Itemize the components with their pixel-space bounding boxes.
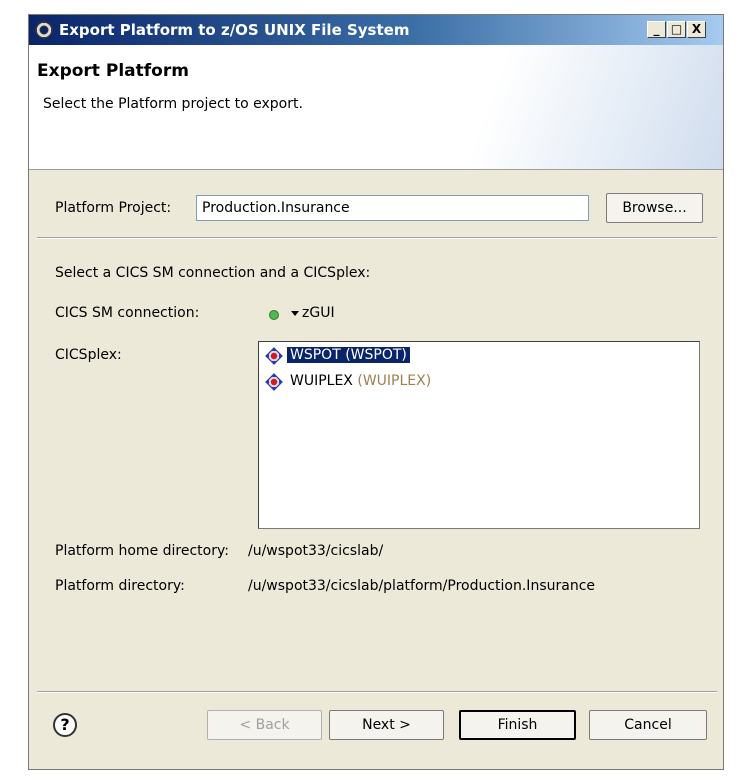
platform-directory-value: /u/wspot33/cicslab/platform/Production.I… (248, 578, 595, 594)
minimize-button[interactable]: _ (647, 21, 666, 38)
cicsplex-list[interactable]: WSPOT (WSPOT) WUIPLEX (WUIPLEX) (258, 341, 700, 529)
back-button[interactable]: < Back (207, 710, 322, 740)
help-icon[interactable]: ? (53, 713, 77, 737)
chevron-down-icon[interactable] (291, 311, 299, 316)
page-description: Select the Platform project to export. (43, 96, 303, 112)
list-item-name: WUIPLEX (290, 373, 353, 389)
cicsplex-icon (265, 347, 283, 365)
platform-home-directory-label: Platform home directory: (55, 543, 229, 559)
title-bar[interactable]: Export Platform to z/OS UNIX File System… (29, 15, 723, 45)
maximize-button[interactable]: □ (667, 21, 686, 38)
platform-home-directory-value: /u/wspot33/cicslab/ (248, 543, 384, 559)
cics-sm-connection-value[interactable]: zGUI (302, 305, 335, 321)
finish-button[interactable]: Finish (459, 710, 576, 740)
cicsplex-label: CICSplex: (55, 347, 122, 363)
cicsplex-icon (265, 373, 283, 391)
separator (37, 237, 717, 239)
list-item-label: WSPOT (WSPOT) (287, 347, 410, 363)
next-button[interactable]: Next > (329, 710, 444, 740)
cancel-button[interactable]: Cancel (589, 710, 707, 740)
connection-instruction: Select a CICS SM connection and a CICSpl… (55, 265, 371, 281)
cics-sm-connection-label: CICS SM connection: (55, 305, 200, 321)
page-title: Export Platform (37, 61, 189, 81)
browse-button[interactable]: Browse... (606, 193, 703, 223)
platform-project-input[interactable] (196, 195, 589, 221)
platform-project-label: Platform Project: (55, 200, 172, 216)
close-button[interactable]: X (687, 21, 706, 38)
window-title: Export Platform to z/OS UNIX File System (59, 21, 410, 39)
wizard-header: Export Platform Select the Platform proj… (29, 45, 723, 170)
separator (37, 691, 717, 693)
platform-directory-label: Platform directory: (55, 578, 185, 594)
export-platform-dialog: Export Platform to z/OS UNIX File System… (28, 14, 724, 770)
list-item-suffix: (WUIPLEX) (357, 373, 432, 389)
list-item-label: WUIPLEX (WUIPLEX) (287, 373, 434, 389)
gear-icon (34, 20, 54, 40)
connection-status-icon (269, 310, 279, 320)
